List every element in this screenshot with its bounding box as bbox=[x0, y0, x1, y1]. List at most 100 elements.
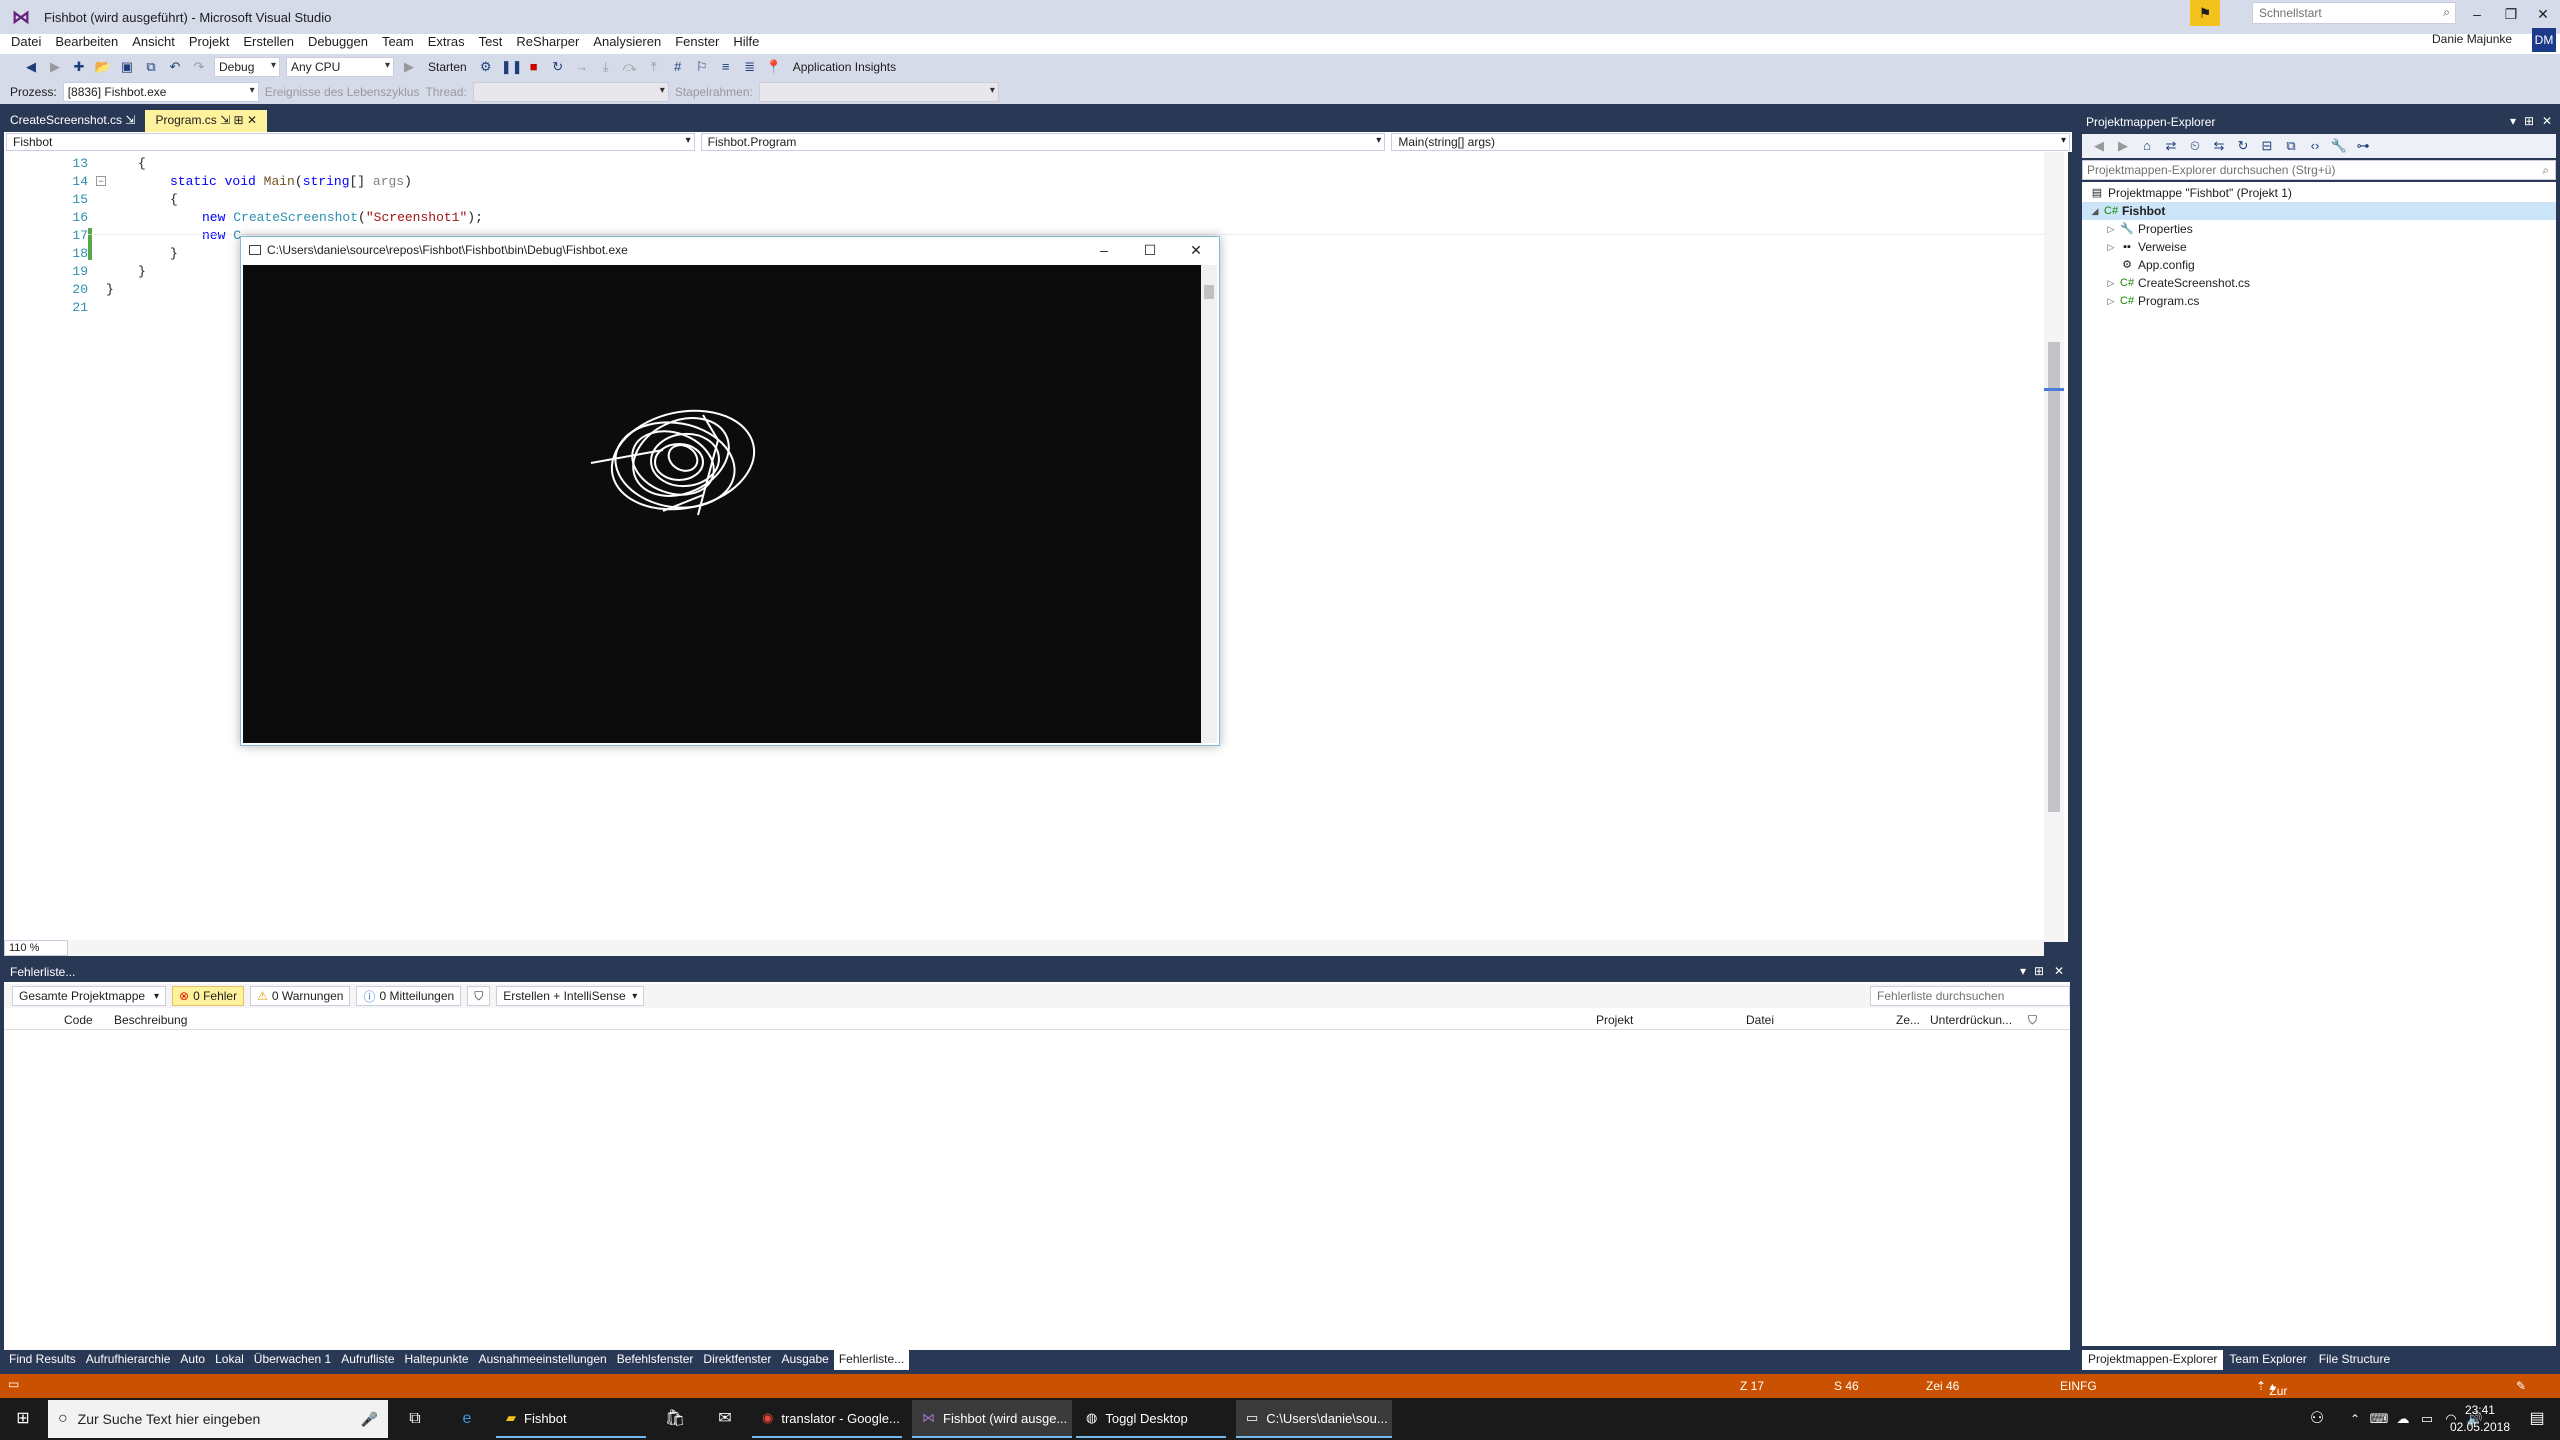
panel-close-icon[interactable]: ✕ bbox=[2542, 114, 2552, 128]
preview-icon[interactable]: ⊶ bbox=[2354, 137, 2372, 155]
switch-views-icon[interactable]: ⇄ bbox=[2162, 137, 2180, 155]
comment-icon[interactable]: ≡ bbox=[717, 58, 735, 76]
onedrive-icon[interactable]: ☁ bbox=[2392, 1408, 2414, 1430]
undo-icon[interactable]: ↶ bbox=[166, 58, 184, 76]
people-icon[interactable]: ⚇ bbox=[2306, 1408, 2328, 1430]
member-dropdown[interactable]: Main(string[] args) bbox=[1391, 133, 2070, 151]
tab-solution-explorer[interactable]: Projektmappen-Explorer bbox=[2082, 1350, 2224, 1370]
minimize-button[interactable]: – bbox=[2460, 2, 2494, 26]
tab-command-window[interactable]: Befehlsfenster bbox=[612, 1350, 699, 1370]
hex-icon[interactable]: # bbox=[669, 58, 687, 76]
tree-item-solution[interactable]: ▤ Projektmappe "Fishbot" (Projekt 1) bbox=[2090, 184, 2292, 202]
back-icon[interactable]: ◀ bbox=[22, 58, 40, 76]
notifications-icon[interactable]: ✎ bbox=[2516, 1379, 2526, 1393]
taskbar-item-visual-studio[interactable]: ⋈ Fishbot (wird ausge... bbox=[912, 1400, 1072, 1438]
console-close-button[interactable]: ✕ bbox=[1173, 237, 1219, 263]
properties-icon[interactable]: 🔧 bbox=[2330, 137, 2348, 155]
column-project[interactable]: Projekt bbox=[1596, 1013, 1633, 1027]
redo-icon[interactable]: ↷ bbox=[190, 58, 208, 76]
taskbar-clock[interactable]: 23:41 02.05.2018 bbox=[2450, 1402, 2510, 1436]
taskbar-item-chrome[interactable]: ◉ translator - Google... bbox=[752, 1400, 902, 1438]
stop-icon[interactable]: ■ bbox=[525, 58, 543, 76]
open-icon[interactable]: 📂 bbox=[94, 58, 112, 76]
panel-close-icon[interactable]: ✕ bbox=[2054, 964, 2064, 978]
tab-program[interactable]: Program.cs ⇲ ⊞ ✕ bbox=[145, 110, 267, 132]
task-view-icon[interactable]: ⧉ bbox=[404, 1408, 426, 1430]
console-output[interactable] bbox=[243, 265, 1201, 743]
tab-output[interactable]: Ausgabe bbox=[776, 1350, 833, 1370]
tree-item-appconfig[interactable]: ⚙ App.config bbox=[2120, 256, 2195, 274]
pending-changes-icon[interactable]: ⏲ bbox=[2186, 137, 2204, 155]
tree-item-project[interactable]: ◢ C# Fishbot bbox=[2082, 202, 2556, 220]
tab-locals[interactable]: Lokal bbox=[210, 1350, 249, 1370]
forward-icon[interactable]: ▶ bbox=[2114, 137, 2132, 155]
step-over-icon[interactable]: ⤼ bbox=[621, 58, 639, 76]
action-center-icon[interactable]: ▤ bbox=[2526, 1408, 2548, 1430]
pause-icon[interactable]: ❚❚ bbox=[501, 58, 523, 76]
solution-explorer-search-input[interactable]: Projektmappen-Explorer durchsuchen (Strg… bbox=[2082, 160, 2556, 180]
column-line[interactable]: Ze... bbox=[1896, 1013, 1920, 1027]
close-tab-icon[interactable]: ✕ bbox=[247, 113, 257, 127]
menu-resharper[interactable]: ReSharper bbox=[509, 34, 586, 49]
menu-datei[interactable]: Datei bbox=[4, 34, 48, 49]
build-scope-dropdown[interactable]: Erstellen + IntelliSense ▾ bbox=[496, 986, 645, 1006]
menu-team[interactable]: Team bbox=[375, 34, 421, 49]
home-icon[interactable]: ⌂ bbox=[2138, 137, 2156, 155]
console-scroll-thumb[interactable] bbox=[1204, 285, 1214, 299]
collapse-all-icon[interactable]: ⊟ bbox=[2258, 137, 2276, 155]
show-next-statement-icon[interactable]: → bbox=[573, 58, 591, 76]
lifecycle-events-button[interactable]: Ereignisse des Lebenszyklus bbox=[265, 85, 420, 99]
save-icon[interactable]: ▣ bbox=[118, 58, 136, 76]
pin-icon[interactable]: 📍 bbox=[765, 58, 783, 76]
uncomment-icon[interactable]: ≣ bbox=[741, 58, 759, 76]
tree-item-program[interactable]: ▷ C# Program.cs bbox=[2106, 292, 2200, 310]
console-scrollbar[interactable] bbox=[1201, 265, 1217, 743]
tab-call-hierarchy[interactable]: Aufrufhierarchie bbox=[81, 1350, 176, 1370]
avatar[interactable]: DM bbox=[2532, 28, 2556, 52]
menu-extras[interactable]: Extras bbox=[421, 34, 472, 49]
battery-icon[interactable]: ▭ bbox=[2416, 1408, 2438, 1430]
column-filter-icon[interactable]: ⛉ bbox=[2028, 1013, 2037, 1028]
tab-team-explorer[interactable]: Team Explorer bbox=[2223, 1350, 2312, 1370]
new-project-icon[interactable]: ✚ bbox=[70, 58, 88, 76]
tab-breakpoints[interactable]: Haltepunkte bbox=[400, 1350, 474, 1370]
tab-auto[interactable]: Auto bbox=[175, 1350, 210, 1370]
column-suppression[interactable]: Unterdrückun... bbox=[1930, 1013, 2012, 1027]
editor-horizontal-scrollbar[interactable] bbox=[68, 940, 2044, 956]
edge-icon[interactable]: e bbox=[456, 1408, 478, 1430]
application-insights-button[interactable]: Application Insights bbox=[789, 60, 900, 74]
panel-menu-icon[interactable]: ▾ bbox=[2510, 114, 2516, 128]
show-all-files-icon[interactable]: ⧉ bbox=[2282, 137, 2300, 155]
editor-vertical-scrollbar[interactable] bbox=[2044, 152, 2064, 942]
bookmark-icon[interactable]: ⚐ bbox=[693, 58, 711, 76]
refresh-icon[interactable]: ↻ bbox=[2234, 137, 2252, 155]
panel-menu-icon[interactable]: ▾ bbox=[2020, 964, 2026, 978]
tab-createscreenshot[interactable]: CreateScreenshot.cs ⇲ bbox=[0, 110, 145, 132]
step-out-icon[interactable]: ⤒ bbox=[645, 58, 663, 76]
expand-arrow-icon[interactable]: ▷ bbox=[2106, 220, 2116, 238]
thread-dropdown[interactable] bbox=[472, 82, 669, 102]
error-list-search-input[interactable]: Fehlerliste durchsuchen bbox=[1870, 986, 2070, 1006]
tab-call-stack[interactable]: Aufrufliste bbox=[336, 1350, 399, 1370]
status-output-icon[interactable]: ▭ bbox=[8, 1377, 19, 1391]
restart-icon[interactable]: ↻ bbox=[549, 58, 567, 76]
expand-arrow-icon[interactable]: ▷ bbox=[2106, 238, 2116, 256]
tab-exception-settings[interactable]: Ausnahmeeinstellungen bbox=[474, 1350, 612, 1370]
back-icon[interactable]: ◀ bbox=[2090, 137, 2108, 155]
errors-filter-button[interactable]: ⊗ 0 Fehler bbox=[172, 986, 245, 1006]
menu-debuggen[interactable]: Debuggen bbox=[301, 34, 375, 49]
tab-find-results[interactable]: Find Results bbox=[4, 1350, 81, 1370]
scroll-thumb[interactable] bbox=[2048, 342, 2060, 812]
menu-hilfe[interactable]: Hilfe bbox=[726, 34, 766, 49]
project-dropdown[interactable]: Fishbot bbox=[6, 133, 695, 151]
taskbar-item-toggl[interactable]: ◍ Toggl Desktop bbox=[1076, 1400, 1226, 1438]
view-code-icon[interactable]: ‹› bbox=[2306, 137, 2324, 155]
microphone-icon[interactable]: 🎤 bbox=[361, 1411, 378, 1428]
notification-flag-icon[interactable]: ⚑ bbox=[2190, 0, 2220, 26]
sync-icon[interactable]: ⇆ bbox=[2210, 137, 2228, 155]
zoom-dropdown[interactable]: 110 % bbox=[4, 940, 68, 956]
process-icon[interactable]: ⚙ bbox=[477, 58, 495, 76]
column-code[interactable]: Code bbox=[64, 1013, 93, 1027]
tab-immediate-window[interactable]: Direktfenster bbox=[698, 1350, 776, 1370]
expand-arrow-icon[interactable]: ▷ bbox=[2106, 292, 2116, 310]
